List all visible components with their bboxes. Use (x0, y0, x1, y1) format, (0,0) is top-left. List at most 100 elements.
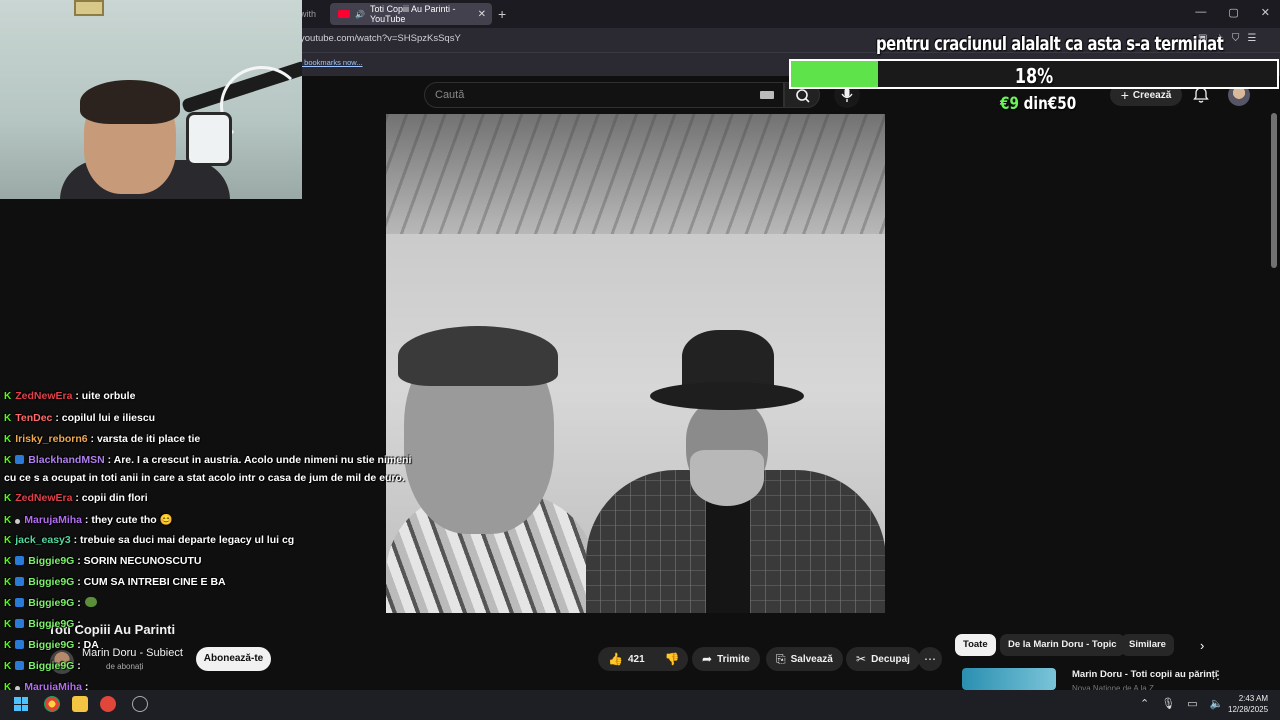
url-field[interactable]: youtube.com/watch?v=SHSpzKsSqsY (300, 33, 461, 44)
chat-username[interactable]: ZedNewEra (15, 390, 72, 402)
subscriber-badge-icon (15, 640, 25, 649)
menu-icon[interactable]: ☰ (1247, 33, 1256, 44)
tab-title: Toti Copiii Au Parinti - YouTube (369, 4, 456, 24)
webcam-person-hair (80, 80, 180, 124)
chat-message: K Biggie9G : SORIN NECUNOSCUTU (4, 555, 202, 567)
subscriber-badge-icon (15, 455, 25, 464)
mic-tray-icon[interactable]: 🎙 (1161, 697, 1175, 710)
search-input[interactable]: Caută (424, 82, 784, 108)
chat-text: : uite orbule (75, 390, 136, 402)
network-icon[interactable]: ▭ (1187, 697, 1197, 710)
webcam-microphone (186, 112, 232, 166)
chat-username[interactable]: Irisky_reborn6 (15, 433, 87, 445)
chat-text: : DA (77, 639, 99, 651)
chat-username[interactable]: Biggie9G (28, 597, 74, 609)
taskbar-clock[interactable]: 2:43 AM 12/28/2025 (1228, 693, 1268, 715)
subscriber-badge-icon (15, 577, 25, 586)
chip-all[interactable]: Toate (955, 634, 996, 656)
chat-text: : (77, 618, 81, 630)
kick-badge-icon: K (4, 455, 12, 466)
chat-text: : copii din flori (75, 492, 148, 504)
subscriber-badge-icon (15, 661, 25, 670)
video-frame-person-left-hair (398, 326, 558, 386)
minimize-button[interactable]: — (1195, 6, 1206, 19)
save-button[interactable]: ⎘ Salvează (766, 647, 843, 671)
chat-text: : Are. I a crescut in austria. Acolo und… (107, 454, 412, 466)
chip-from-channel[interactable]: De la Marin Doru - Topic (1000, 634, 1125, 656)
chat-emote-icon (84, 597, 97, 607)
chat-message: Kjack_easy3 : trebuie sa duci mai depart… (4, 534, 294, 546)
bookmark-icon: ⎘ (776, 651, 786, 666)
kick-badge-icon: K (4, 434, 12, 445)
clock-time: 2:43 AM (1238, 694, 1269, 703)
speaker-icon[interactable]: 🔊 (355, 10, 365, 19)
like-dislike-group: 👍 421 👎 (598, 647, 688, 671)
kick-badge-icon: K (4, 556, 12, 567)
chat-username[interactable]: Biggie9G (28, 639, 74, 651)
donation-raised: €9 (1000, 94, 1019, 114)
chat-username[interactable]: Biggie9G (28, 555, 74, 567)
chat-username[interactable]: jack_easy3 (15, 534, 70, 546)
tab-inactive[interactable]: with (300, 4, 328, 24)
tab-close-icon[interactable]: ✕ (478, 9, 486, 20)
chat-username[interactable]: Biggie9G (28, 660, 74, 672)
chat-username[interactable]: TenDec (15, 412, 52, 424)
kick-badge-icon: K (4, 598, 12, 609)
chat-username[interactable]: ZedNewEra (15, 492, 72, 504)
chat-username[interactable]: MarujaMiha (24, 514, 82, 526)
system-tray: ⌃ 🎙 ▭ 🔈 (1140, 697, 1223, 710)
close-window-button[interactable]: ✕ (1261, 6, 1270, 19)
chat-message: K ZedNewEra : uite orbule (4, 390, 135, 402)
volume-icon[interactable]: 🔈 (1210, 697, 1224, 710)
kick-badge-icon: K (4, 413, 12, 424)
page-scrollbar[interactable] (1271, 113, 1277, 268)
import-bookmarks-link[interactable]: t bookmarks now... (300, 58, 363, 67)
file-explorer-taskbar-icon[interactable] (72, 696, 88, 712)
chat-text: : (77, 597, 81, 609)
chat-text: : they cute tho 😊 (84, 514, 173, 526)
chat-text: : CUM SA INTREBI CINE E BA (77, 576, 226, 588)
keyboard-icon[interactable] (760, 91, 774, 99)
dislike-icon[interactable]: 👎 (665, 652, 680, 666)
more-horizontal-icon: ⋯ (924, 652, 936, 666)
chrome-taskbar-icon[interactable] (44, 696, 60, 712)
chip-related[interactable]: Similare (1121, 634, 1174, 656)
donation-goal: €50 (1047, 94, 1077, 114)
donation-amounts: €9 din€50 (1000, 94, 1076, 114)
webcam-overlay (0, 0, 302, 199)
chat-message: K MarujaMiha : they cute tho 😊 (4, 513, 173, 526)
chevron-right-icon[interactable]: › (1200, 638, 1204, 653)
recommended-title[interactable]: Marin Doru - Toti copii au părinți (1072, 669, 1218, 680)
kick-badge-icon: K (4, 661, 12, 672)
new-tab-button[interactable]: + (498, 6, 506, 22)
more-vertical-icon[interactable]: ⋮ (1212, 668, 1224, 682)
obs-taskbar-icon[interactable] (132, 696, 148, 712)
more-actions-button[interactable]: ⋯ (918, 647, 942, 671)
chat-username[interactable]: Biggie9G (28, 618, 74, 630)
webcam-wall-frame (74, 0, 104, 16)
recommended-thumbnail[interactable] (962, 668, 1056, 690)
kick-badge-icon: K (4, 515, 12, 526)
windows-start-icon[interactable] (14, 697, 28, 711)
kick-badge-icon: K (4, 577, 12, 588)
like-count[interactable]: 421 (628, 654, 645, 665)
kick-badge-icon: K (4, 535, 12, 546)
kick-badge-icon: K (4, 493, 12, 504)
chat-text: : varsta de iti place tie (90, 433, 201, 445)
chat-text: : copilul lui e iliescu (55, 412, 156, 424)
subscriber-badge-icon (15, 619, 25, 628)
chat-username[interactable]: Biggie9G (28, 576, 74, 588)
subscriber-badge-icon (15, 556, 25, 565)
share-button[interactable]: ➦ Trimite (692, 647, 760, 671)
tab-active-youtube[interactable]: 🔊 Toti Copiii Au Parinti - YouTube ✕ (330, 3, 492, 25)
app-taskbar-icon[interactable] (100, 696, 116, 712)
chat-username[interactable]: BlackhandMSN (28, 454, 104, 466)
shield-icon[interactable]: ⛉ (1232, 33, 1240, 44)
donation-progress-bar: 18% (789, 59, 1279, 89)
clip-button[interactable]: ✂ Decupaj (846, 647, 920, 671)
like-icon[interactable]: 👍 (608, 652, 623, 666)
video-player[interactable] (386, 114, 885, 613)
maximize-button[interactable]: ▢ (1228, 6, 1238, 19)
chevron-up-icon[interactable]: ⌃ (1140, 697, 1149, 710)
kick-badge-icon: K (4, 619, 12, 630)
